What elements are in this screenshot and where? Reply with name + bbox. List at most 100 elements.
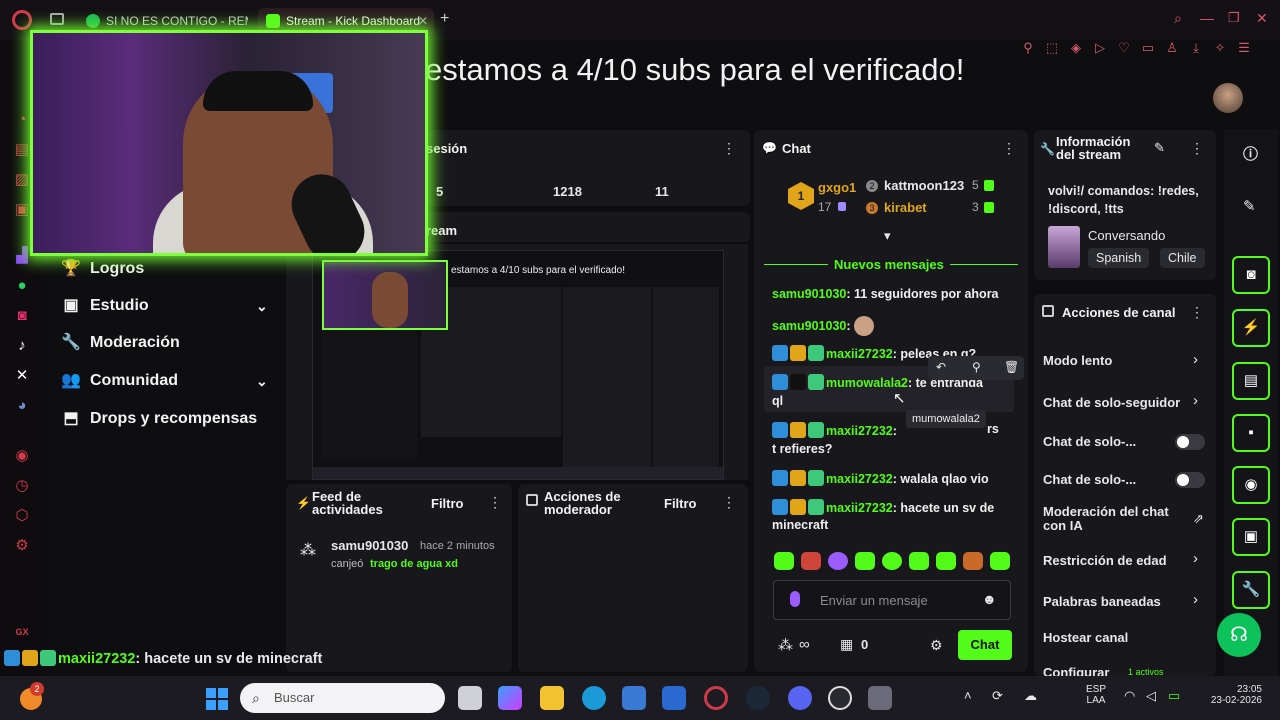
windows-start-icon[interactable] bbox=[206, 688, 228, 710]
more-options-icon[interactable]: ⋮ bbox=[1190, 304, 1204, 321]
play-icon[interactable]: ▷ bbox=[1088, 40, 1112, 56]
window-close-icon[interactable]: ✕ bbox=[1256, 10, 1268, 27]
player-icon[interactable]: ▣ bbox=[12, 200, 32, 220]
avatar[interactable] bbox=[1213, 83, 1243, 113]
action-host-channel[interactable]: Hostear canal bbox=[1043, 630, 1128, 645]
bookmark-icon[interactable]: ▤ bbox=[12, 140, 32, 160]
steam-icon[interactable] bbox=[746, 686, 770, 710]
emote-icon[interactable] bbox=[963, 552, 983, 570]
more-options-icon[interactable]: ⋮ bbox=[1190, 140, 1204, 157]
language-indicator[interactable]: ESP LAA bbox=[1086, 684, 1106, 706]
settings-icon[interactable]: ⚙ bbox=[12, 536, 32, 556]
onedrive-icon[interactable]: ☁ bbox=[1024, 688, 1037, 704]
action-subs-only[interactable]: Chat de solo-... bbox=[1043, 434, 1136, 449]
stripe-icon[interactable]: ▨ bbox=[12, 170, 32, 190]
tag-chip[interactable]: Chile bbox=[1160, 248, 1205, 268]
twitch-icon[interactable]: ▟ bbox=[12, 246, 32, 266]
action-age-restriction[interactable]: Restricción de edad bbox=[1043, 553, 1167, 568]
discord-icon[interactable] bbox=[788, 686, 812, 710]
tiktok-icon[interactable]: ♪ bbox=[12, 336, 32, 356]
layout-icon[interactable]: ▣ bbox=[1232, 518, 1270, 556]
more-options-icon[interactable]: ⋮ bbox=[488, 494, 502, 511]
action-emotes-only[interactable]: Chat de solo-... bbox=[1043, 472, 1136, 487]
action-banned-words[interactable]: Palabras baneadas bbox=[1043, 594, 1161, 609]
emote-icon[interactable] bbox=[990, 552, 1010, 570]
store-icon[interactable] bbox=[622, 686, 646, 710]
chevron-right-icon[interactable]: › bbox=[1193, 591, 1198, 608]
gx-icon[interactable]: GX bbox=[12, 622, 32, 642]
leaderboard-name[interactable]: kattmoon123 bbox=[884, 178, 964, 193]
minimize-icon[interactable]: — bbox=[1200, 10, 1214, 26]
opera-logo-icon[interactable] bbox=[12, 10, 32, 30]
category-thumbnail[interactable] bbox=[1048, 226, 1080, 268]
wifi-icon[interactable]: ◠ bbox=[1124, 688, 1135, 704]
more-options-icon[interactable]: ⋮ bbox=[1002, 140, 1016, 157]
trash-icon[interactable]: 🗑 bbox=[1004, 360, 1019, 374]
chevron-right-icon[interactable]: › bbox=[1193, 351, 1198, 368]
action-configure[interactable]: Configurar bbox=[1043, 665, 1123, 676]
pin-icon[interactable]: ⚲ bbox=[1016, 40, 1040, 56]
task-view-icon[interactable] bbox=[458, 686, 482, 710]
chat-message[interactable]: samu901030: bbox=[772, 316, 876, 336]
more-options-icon[interactable]: ⋮ bbox=[722, 140, 736, 157]
snapshot-icon[interactable]: ⬚ bbox=[1040, 40, 1064, 56]
chevron-right-icon[interactable]: › bbox=[1193, 550, 1198, 567]
file-explorer-icon[interactable] bbox=[540, 686, 564, 710]
history-icon[interactable]: ◔ bbox=[12, 110, 32, 130]
taskbar-search[interactable]: ⌕ Buscar bbox=[240, 683, 445, 713]
wallet-icon[interactable]: ▭ bbox=[1136, 40, 1160, 56]
emote-icon[interactable] bbox=[774, 552, 794, 570]
action-followers-only[interactable]: Chat de solo-seguidor bbox=[1043, 395, 1185, 410]
action-ai-moderation[interactable]: Moderación del chat con IA bbox=[1043, 505, 1173, 533]
broadcast-icon[interactable]: ◉ bbox=[1232, 466, 1270, 504]
info-icon[interactable]: ⓘ bbox=[1243, 143, 1258, 164]
chat-icon[interactable]: ▪ bbox=[1232, 414, 1270, 452]
chevron-right-icon[interactable]: › bbox=[1193, 392, 1198, 409]
emote-icon[interactable] bbox=[801, 552, 821, 570]
outlook-icon[interactable] bbox=[662, 686, 686, 710]
microphone-icon[interactable] bbox=[790, 591, 800, 607]
emote-icon[interactable] bbox=[909, 552, 929, 570]
emotes-only-toggle[interactable] bbox=[1175, 472, 1205, 488]
external-link-icon[interactable]: ⇗ bbox=[1193, 511, 1204, 527]
discord-icon[interactable]: ◕ bbox=[12, 396, 32, 416]
shield-icon[interactable]: ◈ bbox=[1064, 40, 1088, 56]
chat-input[interactable]: Enviar un mensaje ☻ bbox=[773, 580, 1011, 620]
nav-logros[interactable]: 🏆 Logros bbox=[60, 254, 144, 284]
gear-icon[interactable]: ⚙ bbox=[930, 637, 943, 654]
new-tab-button[interactable]: + bbox=[440, 10, 449, 28]
x-icon[interactable]: ✕ bbox=[12, 366, 32, 386]
edge-icon[interactable] bbox=[582, 686, 606, 710]
chevron-up-icon[interactable]: ˄ bbox=[964, 688, 972, 703]
store-icon[interactable]: ▦ bbox=[840, 636, 853, 653]
clock[interactable]: 23:05 23-02-2026 bbox=[1204, 684, 1262, 706]
undo-icon[interactable]: ↶ bbox=[936, 360, 946, 374]
menu-icon[interactable]: ☰ bbox=[1232, 40, 1256, 56]
sync-icon[interactable]: ⟳ bbox=[992, 688, 1003, 704]
chat-message[interactable]: samu901030: 11 seguidores por ahora bbox=[772, 287, 999, 301]
camera-icon[interactable]: ◙ bbox=[1232, 256, 1270, 294]
subs-only-toggle[interactable] bbox=[1175, 434, 1205, 450]
player-circle-icon[interactable]: ◉ bbox=[12, 446, 32, 466]
volume-icon[interactable]: ◁ bbox=[1146, 688, 1156, 704]
support-chat-button[interactable]: ☊ bbox=[1217, 613, 1261, 657]
activity-filter-button[interactable]: Filtro bbox=[431, 496, 464, 511]
edit-icon[interactable]: ✎ bbox=[1154, 140, 1165, 156]
emote-icon[interactable] bbox=[828, 552, 848, 570]
pencil-icon[interactable]: ✎ bbox=[1243, 197, 1256, 215]
chat-message[interactable]: maxii27232: walala qlao vio bbox=[772, 470, 989, 486]
emoji-icon[interactable]: ☻ bbox=[982, 591, 997, 607]
search-icon[interactable]: ⌕ bbox=[1174, 10, 1182, 27]
pin-icon[interactable]: ⚲ bbox=[972, 360, 981, 374]
instagram-icon[interactable]: ◙ bbox=[12, 306, 32, 326]
send-chat-button[interactable]: Chat bbox=[958, 630, 1012, 660]
notes-icon[interactable]: ▤ bbox=[1232, 362, 1270, 400]
maximize-icon[interactable]: ❐ bbox=[1228, 10, 1240, 26]
clock-icon[interactable]: ◷ bbox=[12, 476, 32, 496]
emote-icon[interactable] bbox=[855, 552, 875, 570]
points-icon[interactable]: ⁂ bbox=[778, 636, 793, 654]
chat-message[interactable]: maxii27232: hacete un sv de bbox=[772, 499, 994, 515]
leaderboard-name[interactable]: gxgo1 bbox=[818, 180, 856, 195]
category-name[interactable]: Conversando bbox=[1088, 228, 1165, 243]
extensions-icon[interactable]: ⬡ bbox=[12, 506, 32, 526]
